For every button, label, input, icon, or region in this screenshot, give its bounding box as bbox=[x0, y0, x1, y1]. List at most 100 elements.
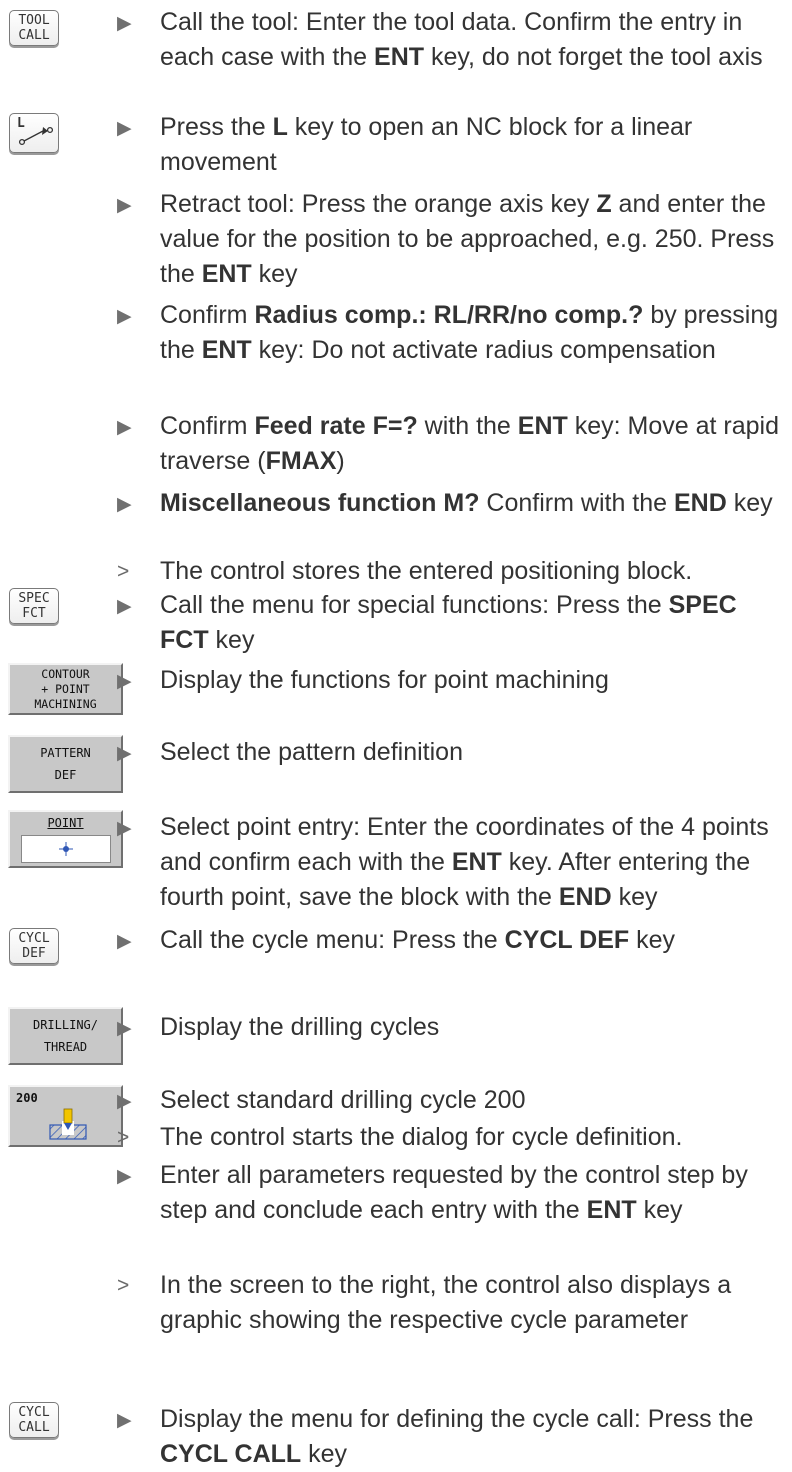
tool-call-key[interactable]: TOOL CALL bbox=[9, 10, 59, 46]
step-text: key bbox=[301, 1440, 348, 1468]
step-arrow-icon: ▶ bbox=[117, 417, 132, 438]
step-arrow-icon: ▶ bbox=[117, 1166, 132, 1187]
key-name-bold: Z bbox=[596, 190, 612, 218]
drill-cycle-icon bbox=[49, 1108, 87, 1140]
linear-l-key[interactable]: L bbox=[9, 113, 59, 153]
contour-point-machining-softkey[interactable]: CONTOUR + POINT MACHINING bbox=[8, 663, 123, 715]
step-drilling-cycles: ▶ Display the drilling cycles bbox=[117, 1010, 788, 1045]
contour-softkey-line1: CONTOUR bbox=[41, 666, 90, 681]
cycl-call-key[interactable]: CYCL CALL bbox=[9, 1402, 59, 1438]
step-select-cycle-200: ▶ Select standard drilling cycle 200 bbox=[117, 1083, 788, 1118]
step-press-l: ▶ Press the L key to open an NC block for… bbox=[117, 110, 788, 180]
key-name-bold: CYCL DEF bbox=[504, 926, 630, 954]
step-text: Confirm with the bbox=[479, 489, 674, 517]
key-name-bold: ENT bbox=[374, 43, 425, 71]
step-arrow-icon: ▶ bbox=[117, 13, 132, 34]
key-name-bold: ENT bbox=[201, 260, 252, 288]
step-cycl-call: ▶ Display the menu for defining the cycle… bbox=[117, 1402, 788, 1472]
point-softkey[interactable]: POINT bbox=[8, 810, 123, 868]
cycl-def-key-line1: CYCL bbox=[18, 931, 50, 946]
step-text: Call the cycle menu: Press the bbox=[160, 926, 505, 954]
contour-softkey-line2: + POINT bbox=[41, 681, 90, 696]
key-name-bold: Radius comp.: RL/RR/no comp.? bbox=[254, 301, 644, 329]
cycl-call-key-line2: CALL bbox=[18, 1420, 50, 1435]
spec-fct-key-line2: FCT bbox=[22, 606, 46, 621]
spec-fct-key-line1: SPEC bbox=[18, 591, 50, 606]
step-feed-rate: ▶ Confirm Feed rate F=? with the ENT key:… bbox=[117, 409, 788, 479]
result-marker-icon: > bbox=[117, 1274, 130, 1297]
step-arrow-icon: ▶ bbox=[117, 494, 132, 515]
step-arrow-icon: ▶ bbox=[117, 671, 132, 692]
cycl-call-key-line1: CYCL bbox=[18, 1405, 50, 1420]
tool-call-key-line1: TOOL bbox=[18, 13, 50, 28]
key-name-bold: ENT bbox=[201, 336, 252, 364]
key-name-bold: ENT bbox=[451, 848, 502, 876]
key-name-bold: END bbox=[674, 489, 727, 517]
step-text: Press the bbox=[160, 113, 273, 141]
step-arrow-icon: ▶ bbox=[117, 1091, 132, 1112]
key-name-bold: Feed rate F=? bbox=[254, 412, 418, 440]
step-arrow-icon: ▶ bbox=[117, 1410, 132, 1431]
step-misc-function: ▶ Miscellaneous function M? Confirm with … bbox=[117, 486, 788, 521]
step-text: key bbox=[251, 260, 298, 288]
step-retract-tool: ▶ Retract tool: Press the orange axis key… bbox=[117, 187, 788, 292]
key-name-bold: ENT bbox=[586, 1196, 637, 1224]
step-text: Select standard drilling cycle 200 bbox=[160, 1086, 526, 1114]
step-pattern-def: ▶ Select the pattern definition bbox=[117, 735, 788, 770]
key-name-bold: CYCL CALL bbox=[160, 1440, 302, 1468]
result-graphic-display: > In the screen to the right, the control… bbox=[117, 1268, 788, 1338]
point-softkey-window bbox=[20, 835, 111, 863]
drilling-softkey-line1: DRILLING/ bbox=[32, 1018, 99, 1032]
step-text: with the bbox=[417, 412, 518, 440]
step-arrow-icon: ▶ bbox=[117, 118, 132, 139]
cycle-200-softkey[interactable]: 200 bbox=[8, 1085, 123, 1147]
drilling-softkey-line2: THREAD bbox=[43, 1040, 88, 1054]
step-arrow-icon: ▶ bbox=[117, 818, 132, 839]
step-text: In the screen to the right, the control … bbox=[160, 1271, 732, 1334]
step-text: ) bbox=[336, 447, 345, 475]
step-text: The control stores the entered positioni… bbox=[160, 557, 693, 585]
cycl-def-key[interactable]: CYCL DEF bbox=[9, 928, 59, 964]
step-text: Call the menu for special functions: Pre… bbox=[160, 591, 669, 619]
step-text: Display the drilling cycles bbox=[160, 1013, 440, 1041]
key-name-bold: ENT bbox=[517, 412, 568, 440]
step-text: Confirm bbox=[160, 412, 255, 440]
point-crosshair-icon bbox=[58, 842, 73, 856]
step-radius-comp: ▶ Confirm Radius comp.: RL/RR/no comp.? b… bbox=[117, 298, 788, 368]
step-arrow-icon: ▶ bbox=[117, 306, 132, 327]
drilling-thread-softkey[interactable]: DRILLING/ THREAD bbox=[8, 1007, 123, 1065]
pattern-def-softkey[interactable]: PATTERN DEF bbox=[8, 735, 123, 793]
point-softkey-label: POINT bbox=[47, 816, 84, 830]
key-name-bold: Miscellaneous function M? bbox=[160, 489, 480, 517]
step-call-tool: ▶ Call the tool: Enter the tool data. Con… bbox=[117, 5, 788, 75]
step-arrow-icon: ▶ bbox=[117, 931, 132, 952]
step-spec-fct: ▶ Call the menu for special functions: Pr… bbox=[117, 588, 788, 658]
step-arrow-icon: ▶ bbox=[117, 596, 132, 617]
cycl-def-key-line2: DEF bbox=[22, 946, 46, 961]
step-text: key bbox=[611, 883, 658, 911]
step-arrow-icon: ▶ bbox=[117, 195, 132, 216]
step-text: key bbox=[726, 489, 773, 517]
key-name-bold: FMAX bbox=[265, 447, 337, 475]
result-marker-icon: > bbox=[117, 560, 130, 583]
step-text: The control starts the dialog for cycle … bbox=[160, 1123, 683, 1151]
step-text: Retract tool: Press the orange axis key bbox=[160, 190, 597, 218]
step-arrow-icon: ▶ bbox=[117, 1018, 132, 1039]
step-text: Display the functions for point machinin… bbox=[160, 666, 609, 694]
step-text: key: Do not activate radius compensation bbox=[251, 336, 716, 364]
step-point-entry: ▶ Select point entry: Enter the coordinat… bbox=[117, 810, 788, 915]
tool-call-key-line2: CALL bbox=[18, 28, 50, 43]
step-text: Confirm bbox=[160, 301, 255, 329]
step-text: key bbox=[629, 926, 676, 954]
step-text: key, do not forget the tool axis bbox=[424, 43, 763, 71]
step-arrow-icon: ▶ bbox=[117, 743, 132, 764]
pattern-softkey-line1: PATTERN bbox=[40, 746, 91, 760]
step-point-machining: ▶ Display the functions for point machini… bbox=[117, 663, 788, 698]
contour-softkey-line3: MACHINING bbox=[34, 696, 97, 711]
spec-fct-key[interactable]: SPEC FCT bbox=[9, 588, 59, 624]
step-text: Select the pattern definition bbox=[160, 738, 463, 766]
step-text: Display the menu for defining the cycle … bbox=[160, 1405, 754, 1433]
step-text: key bbox=[636, 1196, 683, 1224]
result-starts-dialog: > The control starts the dialog for cycle… bbox=[117, 1120, 788, 1155]
step-text: key bbox=[208, 626, 255, 654]
